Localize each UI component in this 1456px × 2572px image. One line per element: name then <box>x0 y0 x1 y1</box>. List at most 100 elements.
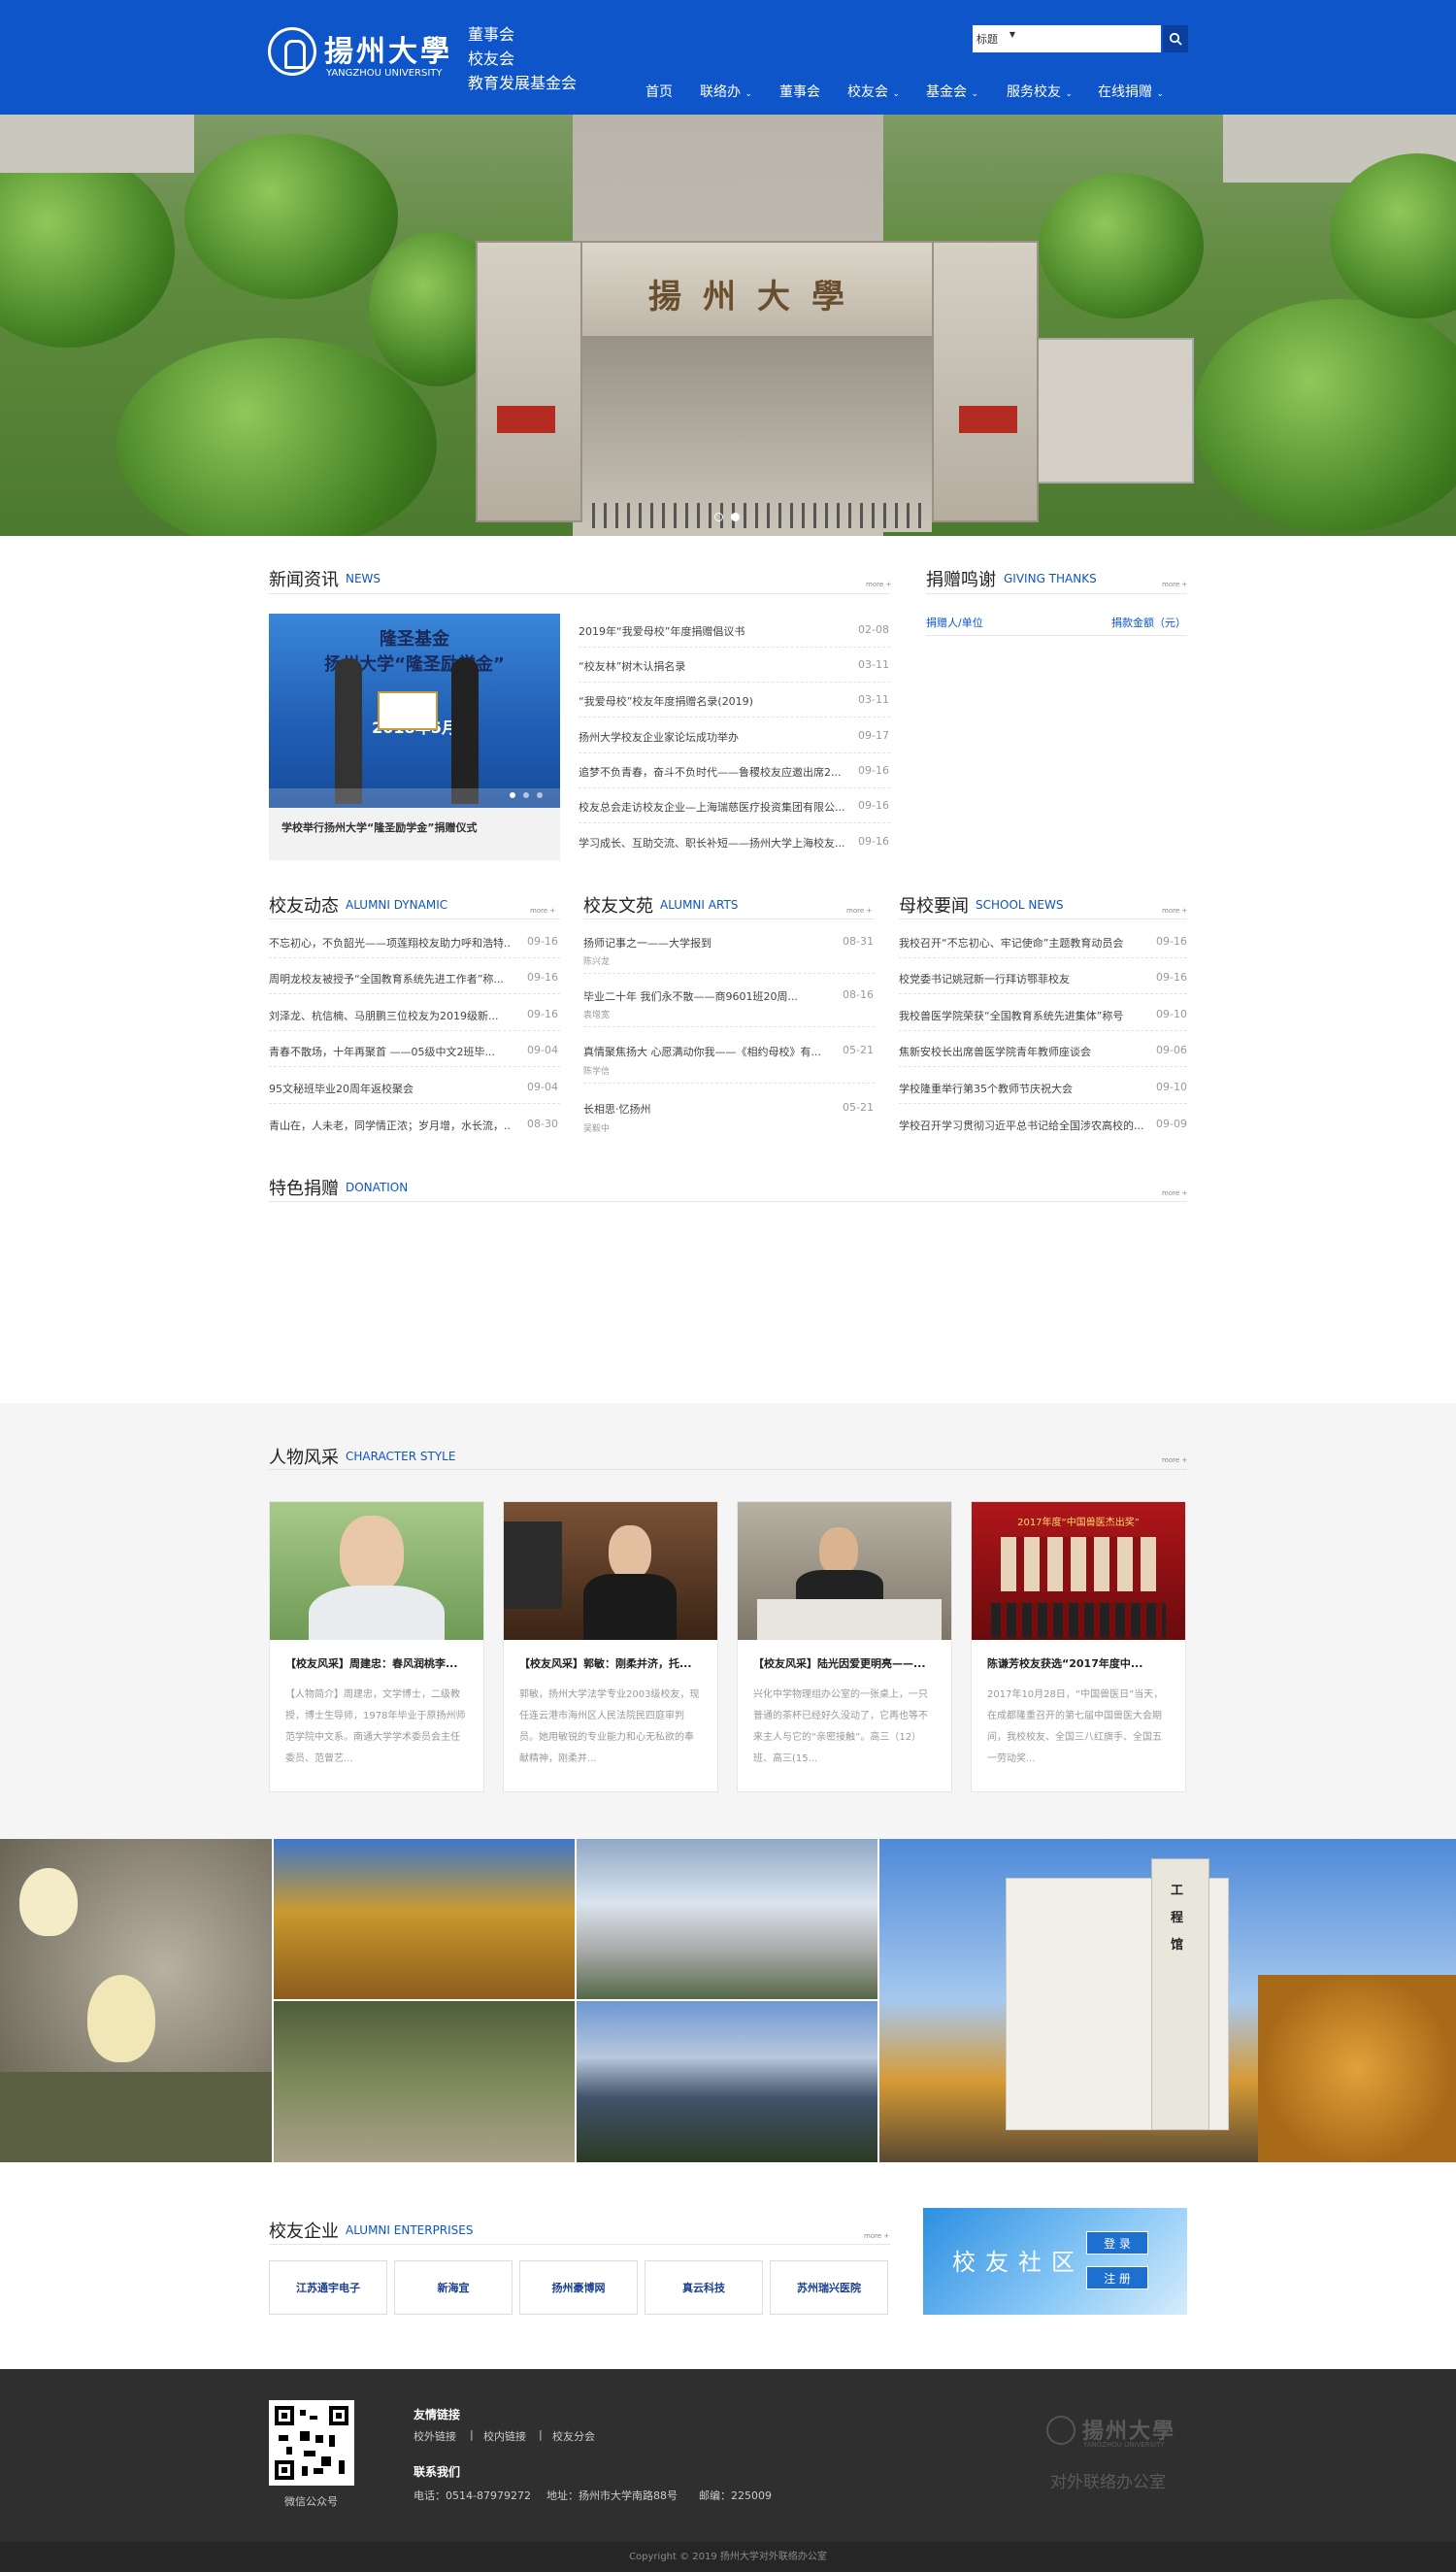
news-item[interactable]: “我爱母校”校友年度捐赠名录(2019) <box>579 693 831 709</box>
donation-more-link[interactable]: more + <box>1162 1189 1187 1197</box>
divider <box>269 593 890 594</box>
person-card-title[interactable]: 【校友风采】陆光因爱更明亮——... <box>753 1655 938 1671</box>
school-news-more-link[interactable]: more + <box>1162 907 1187 915</box>
carousel-dot[interactable] <box>537 792 543 798</box>
alumni-community-banner[interactable]: 校友社区 登 录 注 册 <box>923 2208 1187 2315</box>
gallery-image-tree-avenue[interactable] <box>274 2001 575 2162</box>
footer-link-internal[interactable]: 校内链接 <box>483 2428 526 2444</box>
person-card[interactable]: 【校友风采】陆光因爱更明亮——... 兴化中学物理组办公室的一张桌上，一只普通的… <box>737 1501 952 1792</box>
news-more-link[interactable]: more + <box>866 581 891 588</box>
enterprises-more-link[interactable]: more + <box>864 2232 889 2240</box>
thanks-more-link[interactable]: more + <box>1162 581 1187 588</box>
footer-link-external[interactable]: 校外链接 <box>414 2428 456 2444</box>
alumni-arts-item[interactable]: 扬师记事之一——大学报到 <box>583 935 807 951</box>
school-news-item[interactable]: 校党委书记姚冠新一行拜访鄂菲校友 <box>899 971 1151 986</box>
gallery-image-campus-buildings[interactable] <box>577 1839 877 1999</box>
divider <box>926 635 1187 636</box>
news-date: 09-10 <box>1156 1081 1187 1093</box>
alumni-arts-item[interactable]: 毕业二十年 我们永不散——商9601班20周... <box>583 988 807 1004</box>
hero-banner[interactable]: 揚州大學 <box>0 115 1456 536</box>
university-logo[interactable]: 揚州大學 YANGZHOU UNIVERSITY <box>268 25 449 84</box>
slide-dot-2-active[interactable] <box>731 513 740 521</box>
footer-link-branches[interactable]: 校友分会 <box>552 2428 595 2444</box>
news-item[interactable]: 学习成长、互助交流、职长补短——扬州大学上海校友... <box>579 835 845 851</box>
gallery-image-main-building[interactable] <box>577 2001 877 2162</box>
school-news-item[interactable]: 我校兽医学院荣获“全国教育系统先进集体”称号 <box>899 1008 1151 1023</box>
alumni-arts-item[interactable]: 长相思·忆扬州 <box>583 1101 807 1117</box>
gallery-image-magnolia[interactable] <box>0 1839 272 2162</box>
news-featured-image[interactable]: 隆圣基金 扬州大学“隆圣励学金” 2018年5月 <box>269 614 560 808</box>
search-field-select[interactable]: 标题 ▼ <box>973 25 1021 52</box>
search-input[interactable] <box>1021 25 1161 52</box>
chevron-down-icon: ⌄ <box>1065 89 1073 99</box>
alumni-dynamic-item[interactable]: 青春不散场，十年再聚首 ——05级中文2班毕... <box>269 1044 512 1059</box>
logo-english-name: YANGZHOU UNIVERSITY <box>326 68 443 79</box>
news-date: 09-06 <box>1156 1044 1187 1056</box>
divider <box>269 2244 890 2245</box>
slide-dot-1[interactable] <box>714 513 723 521</box>
person-card-title[interactable]: 【校友风采】周建忠：春风润桃李... <box>285 1655 470 1671</box>
person-card[interactable]: 【校友风采】郭敏：刚柔并济，托... 郭敏，扬州大学法学专业2003级校友，现任… <box>503 1501 718 1792</box>
person-card-title[interactable]: 【校友风采】郭敏：刚柔并济，托... <box>519 1655 704 1671</box>
alumni-arts-more-link[interactable]: more + <box>846 907 872 915</box>
thanks-column-amount: 捐款金额（元） <box>1111 617 1186 629</box>
nav-donate[interactable]: 在线捐赠 ⌄ <box>1098 82 1164 101</box>
nav-foundation[interactable]: 基金会 ⌄ <box>926 82 978 101</box>
alumni-dynamic-more-link[interactable]: more + <box>530 907 555 915</box>
school-news-item[interactable]: 我校召开“不忘初心、牢记使命”主题教育动员会 <box>899 935 1151 951</box>
nav-services[interactable]: 服务校友 ⌄ <box>1007 82 1073 101</box>
alumni-dynamic-item[interactable]: 青山在，人未老，同学情正浓；岁月增，水长流，... <box>269 1118 512 1133</box>
news-item[interactable]: 扬州大学校友企业家论坛成功举办 <box>579 729 831 745</box>
news-item[interactable]: 追梦不负青春，奋斗不负时代——鲁稷校友应邀出席2... <box>579 764 845 780</box>
nav-alumni[interactable]: 校友会 ⌄ <box>847 82 900 101</box>
nav-donate-label: 在线捐赠 <box>1098 84 1152 100</box>
school-news-item[interactable]: 学校隆重举行第35个教师节庆祝大会 <box>899 1081 1151 1096</box>
login-button[interactable]: 登 录 <box>1086 2231 1148 2255</box>
org-board-link[interactable]: 董事会 <box>468 21 514 45</box>
school-news-subtitle: SCHOOL NEWS <box>976 898 1064 912</box>
search-button[interactable] <box>1163 25 1188 52</box>
divider <box>579 682 890 683</box>
alumni-dynamic-item[interactable]: 95文秘班毕业20周年返校聚会 <box>269 1081 512 1096</box>
alumni-dynamic-item[interactable]: 不忘初心，不负韶光——项莲翔校友助力呼和浩特... <box>269 935 512 951</box>
copyright-bar: Copyright © 2019 扬州大学对外联络办公室 <box>0 2542 1456 2572</box>
nav-home[interactable]: 首页 <box>645 82 673 101</box>
enterprise-logo[interactable]: 真云科技 <box>645 2260 763 2315</box>
org-foundation-link[interactable]: 教育发展基金会 <box>468 70 577 93</box>
org-alumni-link[interactable]: 校友会 <box>468 46 514 69</box>
people-more-link[interactable]: more + <box>1162 1456 1187 1464</box>
person-card-title[interactable]: 陈谦芳校友获选“2017年度中... <box>987 1655 1172 1671</box>
news-item[interactable]: 2019年“我爱母校”年度捐赠倡议书 <box>579 623 831 639</box>
gallery-image-autumn-trees[interactable] <box>274 1839 575 1999</box>
gallery-image-engineering-hall[interactable]: 工程馆 <box>879 1839 1456 2162</box>
person-card[interactable]: 【校友风采】周建忠：春风润桃李... 【人物简介】周建忠，文学博士，二级教授，博… <box>269 1501 484 1792</box>
nav-liaison[interactable]: 联络办 ⌄ <box>700 82 752 101</box>
register-button[interactable]: 注 册 <box>1086 2266 1148 2289</box>
carousel-dot[interactable] <box>510 792 515 798</box>
alumni-dynamic-item[interactable]: 刘泽龙、杭信楠、马朋鹏三位校友为2019级新... <box>269 1008 512 1023</box>
desk-decoration <box>757 1599 942 1640</box>
divider <box>926 593 1187 594</box>
divider <box>579 822 890 823</box>
enterprise-logo[interactable]: 新海宜 <box>394 2260 513 2315</box>
carousel-dot[interactable] <box>523 792 529 798</box>
enterprise-logo[interactable]: 苏州瑞兴医院 <box>770 2260 888 2315</box>
alumni-arts-item[interactable]: 真情聚焦扬大 心愿满动你我——《相约母校》有... <box>583 1044 826 1059</box>
divider <box>269 993 560 994</box>
nav-board[interactable]: 董事会 <box>779 82 820 101</box>
contact-address: 地址：扬州市大学南路88号 <box>546 2489 678 2502</box>
enterprise-logo[interactable]: 扬州豪博网 <box>519 2260 638 2315</box>
alumni-arts-subtitle: ALUMNI ARTS <box>660 898 739 912</box>
news-item[interactable]: “校友林”树木认捐名录 <box>579 658 831 674</box>
search-select-value: 标题 <box>976 33 998 46</box>
alumni-dynamic-item[interactable]: 周明龙校友被授予“全国教育系统先进工作者”称... <box>269 971 512 986</box>
school-news-item[interactable]: 焦新安校长出席兽医学院青年教师座谈会 <box>899 1044 1151 1059</box>
person-card[interactable]: 2017年度“中国兽医杰出奖” 陈谦芳校友获选“2017年度中... 2017年… <box>971 1501 1186 1792</box>
enterprise-logo[interactable]: 江苏通宇电子 <box>269 2260 387 2315</box>
news-date: 09-16 <box>858 835 889 848</box>
news-featured-caption[interactable]: 学校举行扬州大学“隆圣励学金”捐赠仪式 <box>281 819 477 835</box>
school-news-item[interactable]: 学校召开学习贯彻习近平总书记给全国涉农高校的... <box>899 1118 1151 1133</box>
news-item[interactable]: 校友总会走访校友企业—上海瑞慈医疗投资集团有限公... <box>579 799 845 815</box>
divider <box>899 993 1187 994</box>
person-card-desc: 兴化中学物理组办公室的一张桌上，一只普通的茶杯已经好久没动了，它再也等不来主人与… <box>753 1689 928 1764</box>
